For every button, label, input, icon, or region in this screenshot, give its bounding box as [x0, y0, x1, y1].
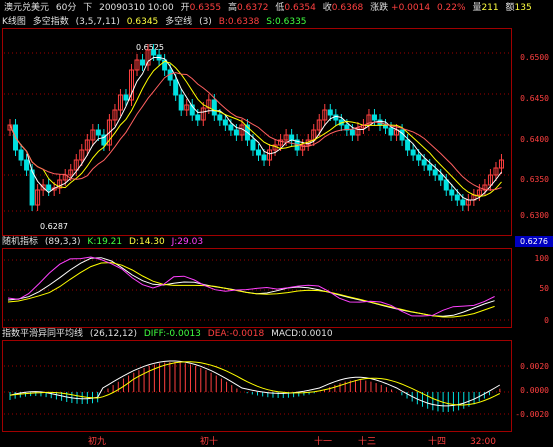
ma-line-long	[9, 72, 502, 191]
candle-body	[261, 154, 267, 161]
candle-body	[217, 114, 223, 121]
candle-body	[405, 139, 411, 151]
candle-body	[388, 127, 394, 136]
candle-body	[250, 139, 256, 151]
candle-body	[349, 129, 355, 136]
candle-body	[123, 94, 129, 101]
candle-body	[454, 194, 460, 201]
candle-body	[333, 114, 339, 121]
ma-line-mid	[9, 60, 502, 197]
candle-body	[211, 99, 217, 116]
candle-body	[195, 114, 201, 121]
candle-body	[327, 109, 333, 116]
candle-body	[140, 59, 146, 66]
k-line	[7, 257, 495, 317]
candle-body	[178, 94, 184, 111]
candle-body	[256, 149, 261, 156]
ma-line-short	[9, 57, 502, 201]
candle-body	[46, 184, 52, 191]
candle-body	[432, 169, 438, 176]
candle-body	[222, 119, 228, 126]
candle-body	[438, 174, 444, 181]
candle-body	[18, 149, 24, 161]
candle-body	[233, 129, 239, 136]
candle-body	[449, 189, 455, 196]
chart-drawing-layer	[4, 44, 510, 415]
candle-body	[289, 134, 295, 141]
candle-body	[443, 179, 449, 191]
candle-body	[421, 159, 427, 166]
candle-body	[95, 129, 101, 136]
diff-line	[9, 360, 501, 407]
candle-body	[24, 159, 30, 171]
candle-body	[410, 149, 416, 156]
j-line	[7, 256, 495, 317]
candle-body	[151, 49, 157, 56]
candle-body	[228, 124, 234, 131]
candle-body	[427, 164, 433, 171]
candle-body	[460, 199, 466, 206]
candle-body	[371, 114, 377, 121]
candle-body	[29, 169, 35, 206]
candle-body	[173, 79, 179, 96]
candle-body	[416, 154, 422, 161]
